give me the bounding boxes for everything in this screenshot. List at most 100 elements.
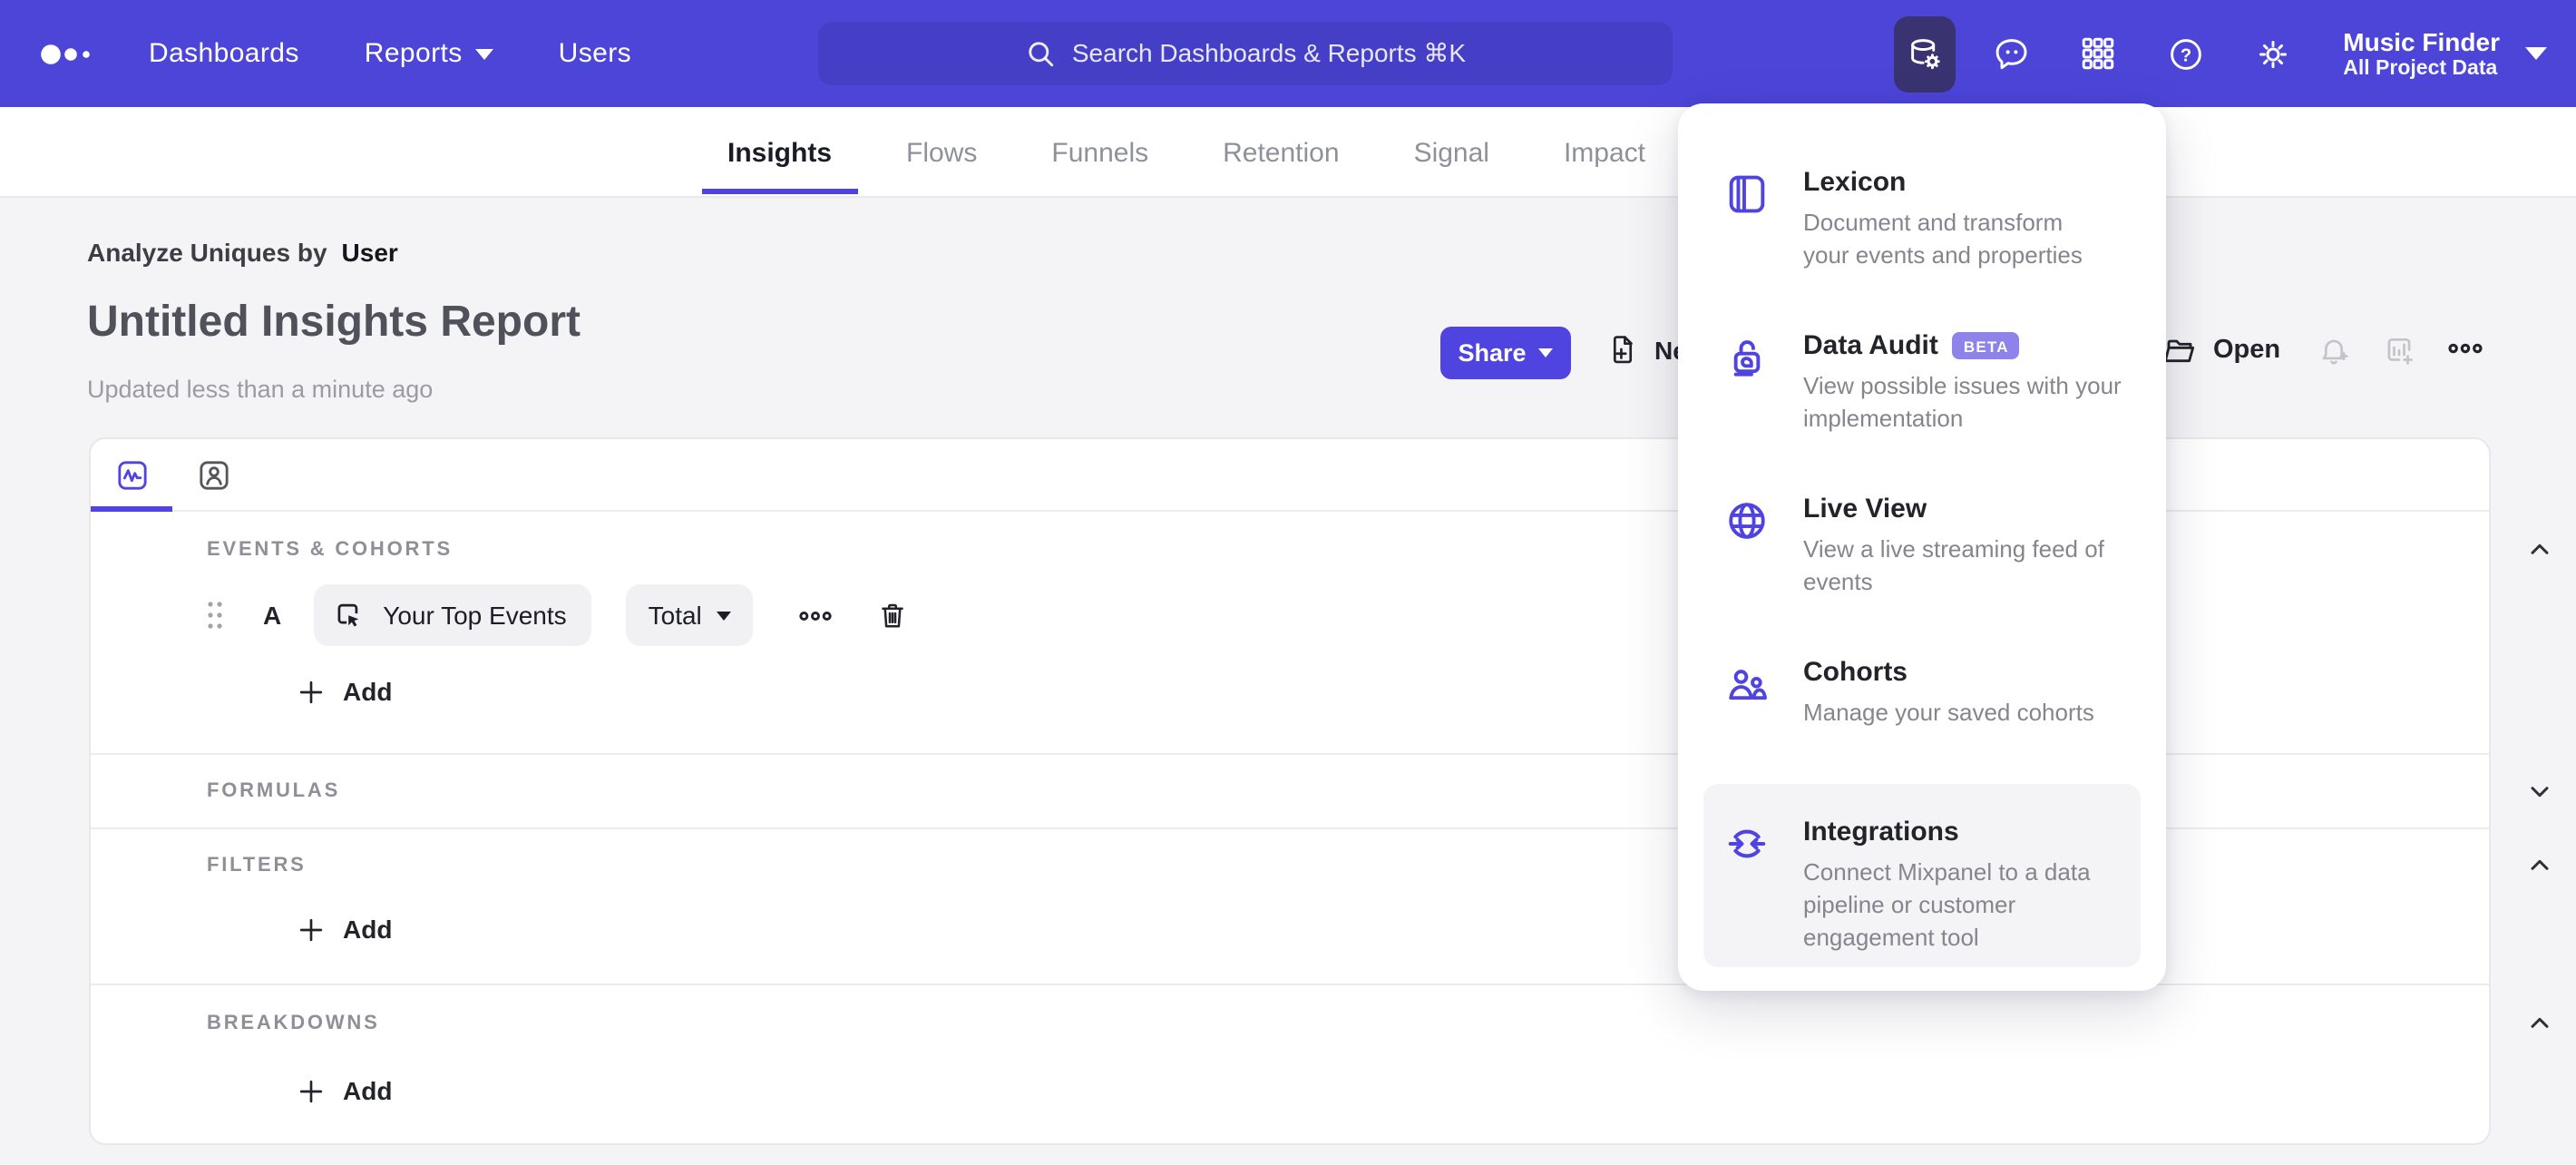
delete-row-button[interactable] [876, 598, 909, 632]
menu-item-lexicon[interactable]: Lexicon Document and transform your even… [1703, 167, 2141, 272]
plus-icon [299, 680, 323, 703]
report-tabs-bar: Insights Flows Funnels Retention Signal … [0, 107, 2576, 198]
row-more-button[interactable] [798, 607, 833, 623]
search-input[interactable]: Search Dashboards & Reports ⌘K [818, 22, 1673, 85]
add-filter-button[interactable]: Add [298, 915, 392, 944]
analyze-prefix: Analyze Uniques by [87, 238, 327, 267]
app-window: Dashboards Reports Users Search Dashboar… [0, 0, 2576, 1165]
add-to-board-button[interactable] [2382, 334, 2416, 377]
menu-item-desc: Manage your saved cohorts [1803, 699, 2094, 726]
open-label: Open [2213, 336, 2281, 365]
more-actions-button[interactable] [2447, 334, 2483, 367]
folder-open-icon [2163, 339, 2195, 363]
chevron-down-icon [474, 48, 493, 59]
analyze-uniques-row: Analyze Uniques by User [87, 238, 398, 267]
menu-item-live-view[interactable]: Live View View a live streaming feed of … [1703, 494, 2141, 599]
chevron-down-icon [716, 611, 731, 620]
share-button[interactable]: Share [1440, 327, 1571, 379]
cohorts-icon [1723, 657, 1771, 729]
menu-item-text: Lexicon Document and transform your even… [1803, 167, 2083, 272]
menu-item-desc: Connect Mixpanel to a data pipeline or c… [1803, 858, 2091, 951]
chevron-up-icon [2531, 1017, 2549, 1028]
menu-item-text: Data Audit BETA View possible issues wit… [1803, 330, 2122, 436]
menu-item-data-audit[interactable]: Data Audit BETA View possible issues wit… [1703, 330, 2141, 436]
person-square-icon [199, 460, 228, 489]
collapse-breakdowns-button[interactable] [2525, 1009, 2554, 1038]
menu-item-integrations[interactable]: Integrations Connect Mixpanel to a data … [1703, 784, 2141, 967]
nav-item-label: Reports [364, 38, 463, 69]
nav-item-reports[interactable]: Reports [365, 38, 493, 69]
collapse-filters-button[interactable] [2525, 851, 2554, 880]
project-switcher[interactable]: Music Finder All Project Data [2343, 27, 2547, 81]
metric-selector-button[interactable]: Total [626, 584, 753, 646]
menu-item-cohorts[interactable]: Cohorts Manage your saved cohorts [1703, 657, 2141, 729]
project-scope: All Project Data [2343, 58, 2498, 81]
tab-metrics-view[interactable] [91, 439, 172, 512]
event-name: Your Top Events [383, 601, 567, 630]
chevron-down-icon [1538, 348, 1554, 357]
add-label: Add [343, 915, 393, 944]
project-name: Music Finder [2343, 26, 2500, 56]
tabs-row: Insights Flows Funnels Retention Signal … [702, 107, 1649, 198]
menu-item-desc: View a live streaming feed of events [1803, 535, 2104, 595]
tab-funnels[interactable]: Funnels [1048, 107, 1152, 198]
settings-button[interactable] [2241, 15, 2303, 92]
menu-item-desc: View possible issues with your implement… [1803, 372, 2122, 432]
report-actions-row: Share New Report Open [0, 327, 2576, 381]
tab-users-view[interactable] [172, 439, 254, 510]
database-gear-icon [1910, 38, 1939, 69]
nav-item-label: Dashboards [149, 38, 299, 69]
tab-insights[interactable]: Insights [702, 107, 856, 198]
menu-item-text: Live View View a live streaming feed of … [1803, 494, 2104, 599]
add-label: Add [343, 1076, 393, 1105]
expand-formulas-button[interactable] [2525, 777, 2554, 806]
chevron-up-icon [2531, 859, 2549, 870]
apps-grid-button[interactable] [2067, 15, 2129, 92]
metric-name: Total [648, 601, 702, 630]
event-query-row: A Your Top Events Total [207, 584, 909, 646]
pulse-chart-icon [117, 460, 146, 489]
nav-item-dashboards[interactable]: Dashboards [149, 38, 299, 69]
collapse-events-button[interactable] [2525, 535, 2554, 564]
section-label-formulas: FORMULAS [207, 780, 341, 802]
event-selector-button[interactable]: Your Top Events [314, 584, 592, 646]
add-label: Add [343, 677, 393, 706]
add-event-button[interactable]: Add [298, 677, 392, 706]
nav-item-label: Users [558, 38, 631, 69]
add-breakdown-button[interactable]: Add [298, 1076, 392, 1105]
menu-item-title: Live View [1803, 494, 1927, 524]
ellipsis-icon [2448, 343, 2483, 354]
top-nav: Dashboards Reports Users Search Dashboar… [0, 0, 2576, 107]
tab-retention[interactable]: Retention [1219, 107, 1342, 198]
menu-item-title: Integrations [1803, 817, 1959, 847]
grid-icon [2083, 37, 2114, 70]
data-audit-icon [1723, 330, 1771, 436]
tab-signal[interactable]: Signal [1410, 107, 1493, 198]
nav-item-users[interactable]: Users [559, 38, 631, 69]
chat-bubble-icon [1995, 38, 2026, 69]
search-placeholder: Search Dashboards & Reports ⌘K [1071, 38, 1467, 67]
data-management-button[interactable] [1893, 15, 1956, 92]
tab-impact[interactable]: Impact [1560, 107, 1649, 198]
data-management-menu: Lexicon Document and transform your even… [1678, 103, 2166, 991]
alert-add-button[interactable] [2317, 334, 2351, 377]
menu-item-title: Lexicon [1803, 167, 1907, 198]
drag-handle-icon[interactable] [207, 601, 223, 630]
analyze-value-user[interactable]: User [342, 238, 398, 267]
open-report-button[interactable]: Open [2161, 332, 2280, 368]
feedback-button[interactable] [1980, 15, 2042, 92]
chevron-down-icon [2525, 47, 2547, 60]
menu-item-title: Data Audit [1803, 330, 1938, 361]
chevron-up-icon [2531, 543, 2549, 554]
help-button[interactable]: ? [2154, 15, 2216, 92]
tab-flows[interactable]: Flows [903, 107, 981, 198]
primary-nav: Dashboards Reports Users [149, 38, 631, 69]
lexicon-icon [1723, 167, 1771, 272]
trash-icon [882, 602, 903, 627]
mixpanel-logo-icon[interactable] [40, 37, 94, 70]
nav-right-cluster: ? Music Finder All Project Data [1893, 0, 2576, 107]
document-plus-icon [1613, 336, 1633, 364]
section-label-filters: FILTERS [207, 855, 307, 876]
chart-plus-icon [2387, 338, 2413, 365]
svg-text:?: ? [2180, 44, 2191, 64]
